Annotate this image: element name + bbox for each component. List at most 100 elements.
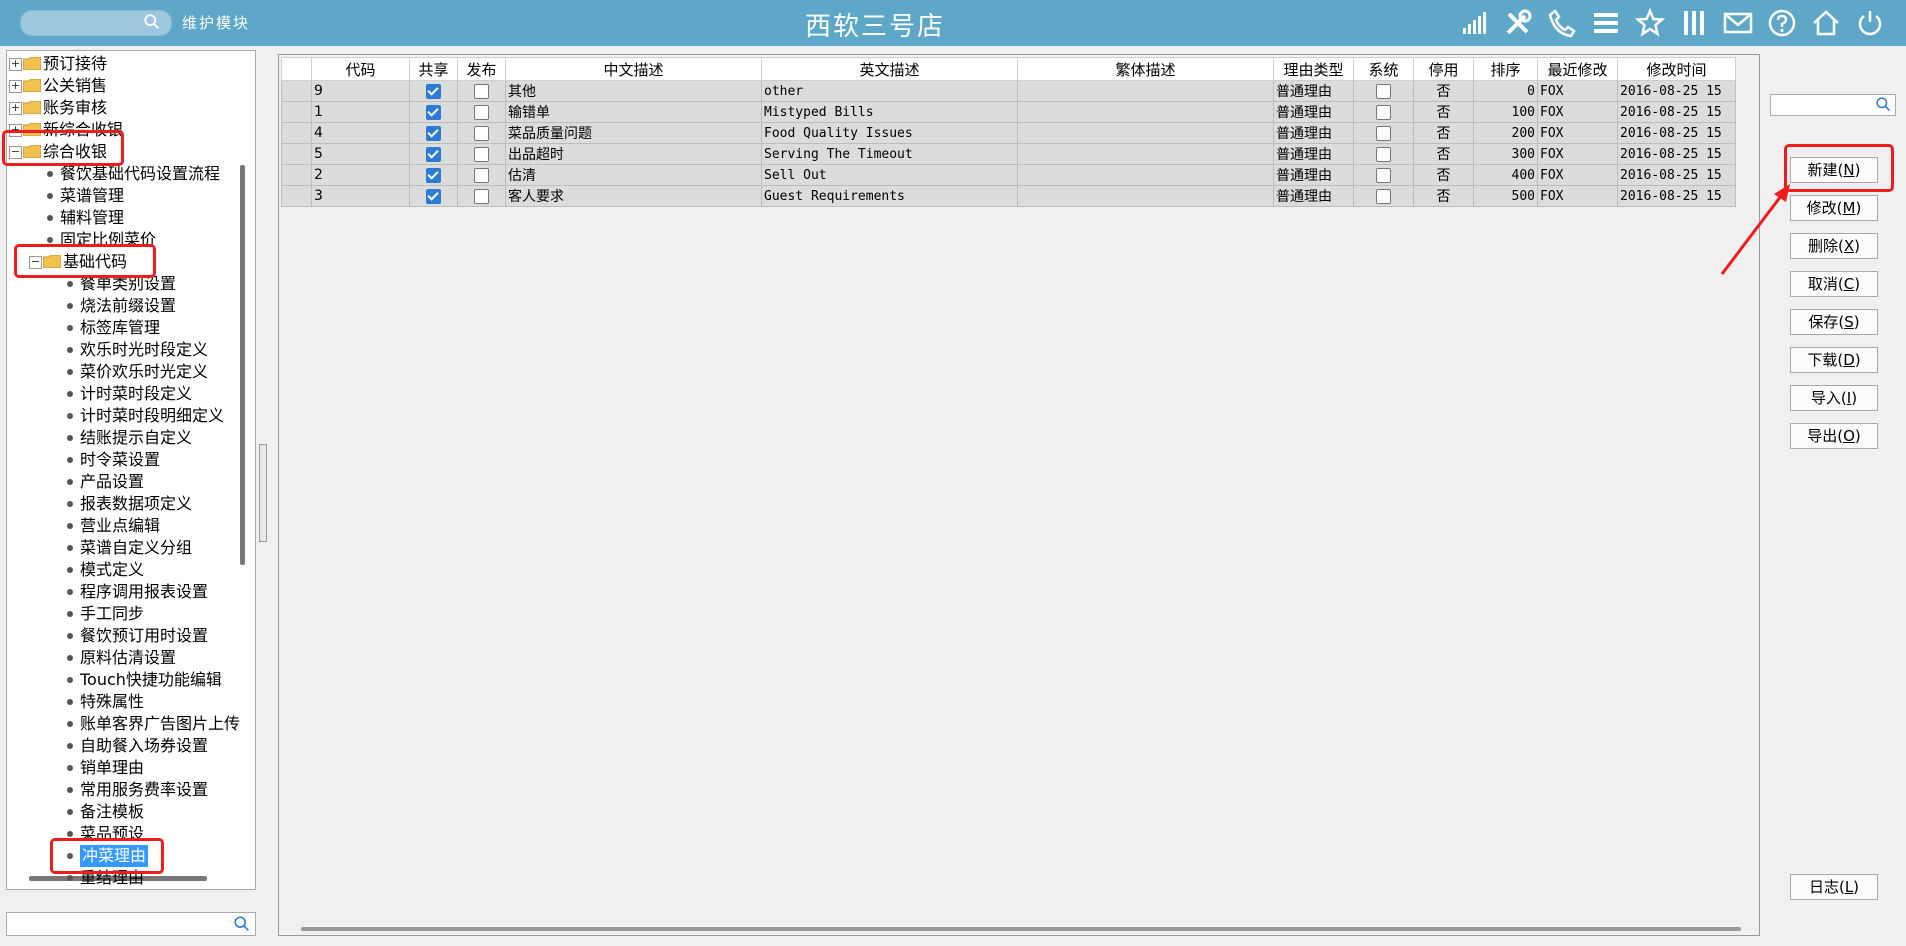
cell-shared[interactable] <box>409 164 458 186</box>
cell-order[interactable]: 200 <box>1473 122 1538 144</box>
expand-icon[interactable]: + <box>9 102 22 115</box>
publish-checkbox[interactable] <box>474 125 489 141</box>
cell-order[interactable]: 400 <box>1473 164 1538 186</box>
cell-modifier[interactable]: FOX <box>1537 185 1618 207</box>
cell-type[interactable]: 普通理由 <box>1273 164 1354 186</box>
cell-publish[interactable] <box>457 143 506 165</box>
cell-en[interactable]: Food Quality Issues <box>761 122 1018 144</box>
cell-tw[interactable] <box>1017 122 1274 144</box>
cell-system[interactable] <box>1353 122 1414 144</box>
search-icon[interactable] <box>233 915 251 933</box>
cell-publish[interactable] <box>457 164 506 186</box>
publish-checkbox[interactable] <box>474 188 489 204</box>
column-header[interactable]: 中文描述 <box>505 57 762 81</box>
cell-publish[interactable] <box>457 101 506 123</box>
cell-order[interactable]: 0 <box>1473 80 1538 102</box>
cell-cn[interactable]: 出品超时 <box>505 143 762 165</box>
table-row[interactable]: 5 出品超时 Serving The Timeout 普通理由 否 300 FOX 2016-… <box>281 143 1736 165</box>
column-header[interactable]: 发布 <box>457 57 506 81</box>
tree-search-input[interactable] <box>6 912 256 936</box>
menu-icon[interactable] <box>1590 7 1622 39</box>
cell-modifier[interactable]: FOX <box>1537 101 1618 123</box>
row-header-cell[interactable] <box>281 80 312 102</box>
cell-en[interactable]: Guest Requirements <box>761 185 1018 207</box>
collapse-icon[interactable]: − <box>9 146 22 159</box>
table-row[interactable]: 4 菜品质量问题 Food Quality Issues 普通理由 否 200 FOX 201… <box>281 122 1736 144</box>
import-button[interactable]: 导入(I) <box>1790 385 1878 411</box>
cell-en[interactable]: Mistyped Bills <box>761 101 1018 123</box>
cell-code[interactable]: 9 <box>311 80 410 102</box>
grid-horizontal-scrollbar[interactable] <box>301 927 1741 931</box>
expand-icon[interactable]: + <box>9 58 22 71</box>
column-header[interactable]: 最近修改 <box>1537 57 1618 81</box>
cell-publish[interactable] <box>457 185 506 207</box>
shared-checkbox[interactable] <box>426 167 441 183</box>
cell-type[interactable]: 普通理由 <box>1273 80 1354 102</box>
column-header[interactable]: 系统 <box>1353 57 1414 81</box>
table-row[interactable]: 3 客人要求 Guest Requirements 普通理由 否 500 FOX 2016-0… <box>281 185 1736 207</box>
home-icon[interactable] <box>1810 7 1842 39</box>
cell-tw[interactable] <box>1017 143 1274 165</box>
phone-icon[interactable] <box>1546 7 1578 39</box>
expand-icon[interactable]: + <box>9 124 22 137</box>
cell-cn[interactable]: 客人要求 <box>505 185 762 207</box>
cell-code[interactable]: 3 <box>311 185 410 207</box>
cell-cn[interactable]: 其他 <box>505 80 762 102</box>
cell-shared[interactable] <box>409 101 458 123</box>
cell-cn[interactable]: 估清 <box>505 164 762 186</box>
log-button[interactable]: 日志(L) <box>1790 874 1878 900</box>
cell-code[interactable]: 4 <box>311 122 410 144</box>
shared-checkbox[interactable] <box>426 188 441 204</box>
cell-system[interactable] <box>1353 101 1414 123</box>
star-icon[interactable] <box>1634 7 1666 39</box>
cell-disabled[interactable]: 否 <box>1413 143 1474 165</box>
grid-search-input[interactable] <box>1770 94 1896 116</box>
search-icon[interactable] <box>1875 96 1892 113</box>
publish-checkbox[interactable] <box>474 104 489 120</box>
cell-tw[interactable] <box>1017 185 1274 207</box>
column-header[interactable]: 停用 <box>1413 57 1474 81</box>
tools-icon[interactable] <box>1502 7 1534 39</box>
help-icon[interactable] <box>1766 7 1798 39</box>
shared-checkbox[interactable] <box>426 125 441 141</box>
cell-system[interactable] <box>1353 143 1414 165</box>
cell-tw[interactable] <box>1017 80 1274 102</box>
export-button[interactable]: 导出(O) <box>1790 423 1878 449</box>
cell-code[interactable]: 5 <box>311 143 410 165</box>
row-header-cell[interactable] <box>281 122 312 144</box>
signal-icon[interactable] <box>1458 7 1490 39</box>
system-checkbox[interactable] <box>1376 188 1391 204</box>
cell-en[interactable]: Sell Out <box>761 164 1018 186</box>
cell-time[interactable]: 2016-08-25 15 <box>1617 80 1736 102</box>
column-header[interactable] <box>281 57 312 81</box>
cell-en[interactable]: Serving The Timeout <box>761 143 1018 165</box>
cell-shared[interactable] <box>409 143 458 165</box>
system-checkbox[interactable] <box>1376 104 1391 120</box>
cell-type[interactable]: 普通理由 <box>1273 143 1354 165</box>
cell-modifier[interactable]: FOX <box>1537 143 1618 165</box>
cell-order[interactable]: 500 <box>1473 185 1538 207</box>
table-row[interactable]: 9 其他 other 普通理由 否 0 FOX 2016-08-25 15 <box>281 80 1736 102</box>
column-header[interactable]: 理由类型 <box>1273 57 1354 81</box>
save-button[interactable]: 保存(S) <box>1790 309 1878 335</box>
column-header[interactable]: 排序 <box>1473 57 1538 81</box>
cell-disabled[interactable]: 否 <box>1413 164 1474 186</box>
system-checkbox[interactable] <box>1376 83 1391 99</box>
cell-system[interactable] <box>1353 80 1414 102</box>
system-checkbox[interactable] <box>1376 167 1391 183</box>
cell-publish[interactable] <box>457 122 506 144</box>
publish-checkbox[interactable] <box>474 146 489 162</box>
row-header-cell[interactable] <box>281 185 312 207</box>
mail-icon[interactable] <box>1722 7 1754 39</box>
cell-type[interactable]: 普通理由 <box>1273 185 1354 207</box>
cell-shared[interactable] <box>409 122 458 144</box>
columns-icon[interactable] <box>1678 7 1710 39</box>
column-header[interactable]: 修改时间 <box>1617 57 1736 81</box>
publish-checkbox[interactable] <box>474 167 489 183</box>
tree-vertical-scrollbar[interactable] <box>240 165 245 565</box>
cell-tw[interactable] <box>1017 164 1274 186</box>
column-header[interactable]: 英文描述 <box>761 57 1018 81</box>
system-checkbox[interactable] <box>1376 146 1391 162</box>
cell-time[interactable]: 2016-08-25 15 <box>1617 185 1736 207</box>
column-header[interactable]: 繁体描述 <box>1017 57 1274 81</box>
